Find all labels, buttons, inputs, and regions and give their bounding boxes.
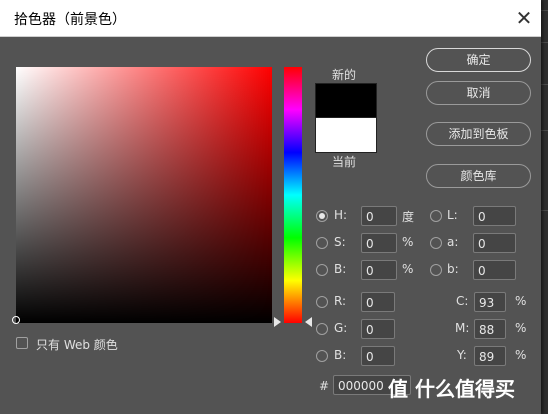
hue-radio[interactable] [316, 210, 328, 222]
a-channel-label: a: [447, 235, 459, 249]
hex-label: # [319, 379, 330, 393]
lightness-label: L: [447, 208, 458, 222]
yellow-input[interactable]: 89 [474, 346, 506, 366]
red-label: R: [334, 294, 347, 308]
hue-unit: 度 [402, 210, 415, 224]
green-radio[interactable] [316, 323, 328, 335]
saturation-radio[interactable] [316, 237, 328, 249]
magenta-label: M: [455, 321, 470, 335]
color-field-cursor[interactable] [12, 316, 20, 324]
hue-slider-right-arrow-icon[interactable] [304, 317, 312, 327]
yellow-label: Y: [457, 348, 467, 362]
magenta-unit: % [515, 321, 527, 335]
color-picker-dialog: 拾色器（前景色） ✕ 新的 当前 确定 取消 添加到色板 颜色库 H: 0 度 … [0, 0, 541, 414]
web-colors-only-label: 只有 Web 颜色 [36, 338, 118, 352]
saturation-unit: % [402, 235, 414, 249]
hue-input[interactable]: 0 [361, 206, 397, 226]
cyan-input[interactable]: 93 [474, 292, 506, 312]
current-color-label: 当前 [332, 155, 357, 169]
cyan-label: C: [456, 294, 469, 308]
b-channel-label: b: [447, 262, 459, 276]
green-input[interactable]: 0 [361, 319, 395, 339]
new-color-label: 新的 [332, 68, 357, 82]
brightness-input[interactable]: 0 [361, 260, 397, 280]
color-field[interactable] [12, 67, 272, 324]
dialog-title: 拾色器（前景色） [14, 12, 126, 28]
a-channel-radio[interactable] [430, 237, 442, 249]
green-label: G: [334, 321, 348, 335]
blue-label: B: [334, 348, 347, 362]
saturation-input[interactable]: 0 [361, 233, 397, 253]
magenta-input[interactable]: 88 [474, 319, 506, 339]
yellow-unit: % [515, 348, 527, 362]
red-radio[interactable] [316, 296, 328, 308]
ok-button[interactable]: 确定 [426, 48, 531, 72]
blue-radio[interactable] [316, 350, 328, 362]
a-channel-input[interactable]: 0 [473, 233, 516, 253]
lightness-input[interactable]: 0 [473, 206, 516, 226]
brightness-unit: % [402, 262, 414, 276]
brightness-label: B: [334, 262, 347, 276]
blue-input[interactable]: 0 [361, 346, 395, 366]
close-icon[interactable]: ✕ [506, 0, 542, 36]
red-input[interactable]: 0 [361, 292, 395, 312]
new-color-swatch [315, 83, 377, 119]
saturation-label: S: [334, 235, 346, 249]
hue-slider-left-arrow-icon[interactable] [274, 317, 282, 327]
cancel-button[interactable]: 取消 [426, 81, 531, 105]
b-channel-input[interactable]: 0 [473, 260, 516, 280]
web-colors-only-checkbox[interactable] [16, 337, 28, 349]
watermark: 值 什么值得买 [388, 377, 515, 401]
brightness-radio[interactable] [316, 264, 328, 276]
hue-label: H: [334, 208, 348, 222]
color-libraries-button[interactable]: 颜色库 [426, 164, 531, 188]
add-to-swatches-button[interactable]: 添加到色板 [426, 122, 531, 146]
cyan-unit: % [515, 294, 527, 308]
current-color-swatch[interactable] [315, 117, 377, 153]
hue-slider[interactable] [284, 67, 302, 323]
b-channel-radio[interactable] [430, 264, 442, 276]
lightness-radio[interactable] [430, 210, 442, 222]
title-bar: 拾色器（前景色） ✕ [0, 0, 541, 37]
